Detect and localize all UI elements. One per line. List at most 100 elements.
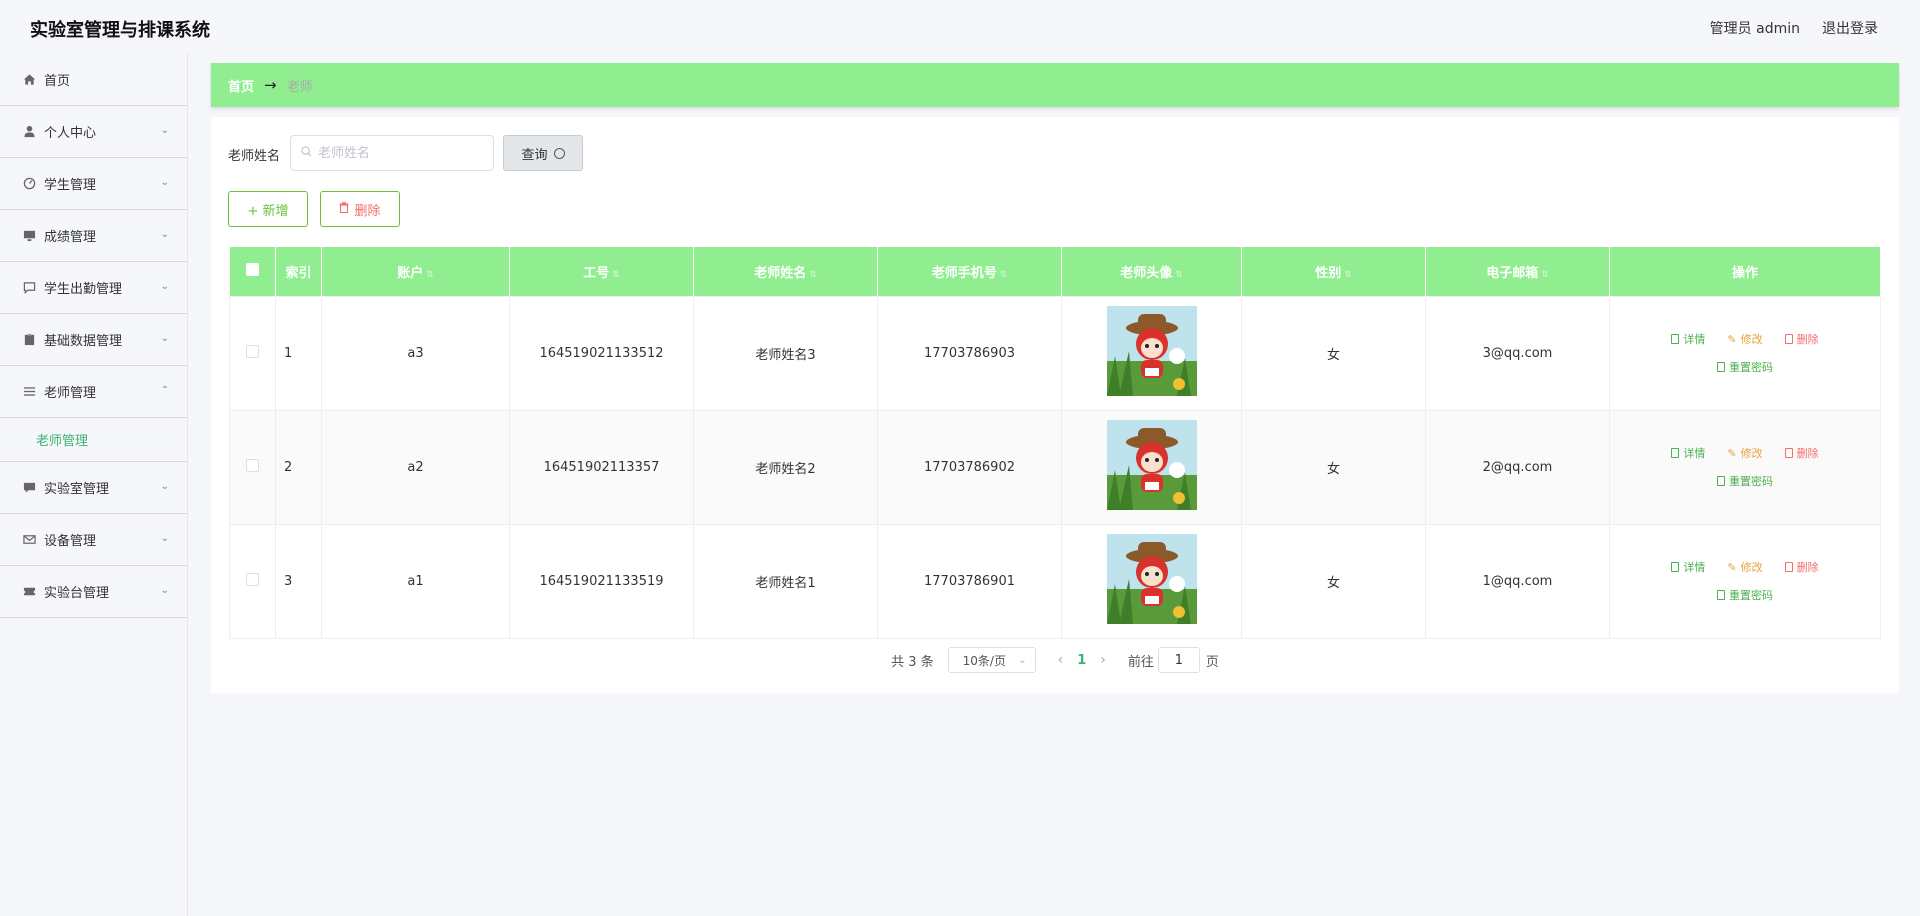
monitor-icon (22, 229, 36, 243)
detail-button[interactable]: 详情 (1671, 445, 1705, 461)
column-header-label: 账户 (397, 265, 424, 281)
detail-label: 详情 (1683, 447, 1706, 460)
column-header-index: 索引 (275, 247, 322, 296)
cell-gender: 女 (1241, 523, 1426, 639)
edit-label: 修改 (1740, 447, 1763, 460)
pagination: 共 3 条 10条/页 ⌄ ‹ 1 › 前往 页 (211, 647, 1899, 673)
remove-label: 删除 (1796, 333, 1819, 346)
teacher-table: 索引 账户 ⇅ 工号 ⇅ 老师姓名 ⇅ 老师手机号 ⇅ 老师头像 ⇅ 性别 ⇅ 电子邮箱 ⇅ … (229, 247, 1881, 639)
detail-button[interactable]: 详情 (1671, 331, 1705, 347)
reset-label: 重置密码 (1729, 589, 1773, 602)
edit-button[interactable]: ✎ 修改 (1727, 559, 1762, 575)
row-checkbox[interactable] (229, 295, 276, 411)
column-header-phone[interactable]: 老师手机号 ⇅ (877, 247, 1062, 296)
row-delete-button[interactable]: 删除 (1784, 331, 1819, 347)
teacher-avatar-image[interactable] (1106, 420, 1197, 510)
sidebar-item-teachers[interactable]: 老师管理 ⌃ (0, 366, 187, 418)
breadcrumb-arrow-icon: → (264, 76, 277, 94)
sidebar-item-home[interactable]: 首页 (0, 54, 187, 106)
chevron-down-icon: ⌄ (160, 481, 169, 492)
row-checkbox[interactable] (229, 523, 276, 639)
mail-icon (22, 533, 36, 547)
detail-label: 详情 (1683, 333, 1706, 346)
sidebar-item-grades[interactable]: 成绩管理 ⌄ (0, 210, 187, 262)
cell-name: 老师姓名1 (693, 523, 878, 639)
column-header-label: 老师手机号 (931, 265, 997, 281)
reset-password-button[interactable]: 重置密码 (1717, 473, 1773, 489)
ticket-icon (22, 585, 36, 599)
sidebar-item-lab-benches[interactable]: 实验台管理 ⌄ (0, 566, 187, 618)
breadcrumb-home[interactable]: 首页 (228, 76, 254, 95)
cell-phone: 17703786902 (877, 409, 1062, 525)
submenu-item-teacher-management[interactable]: 老师管理 (0, 418, 187, 462)
goto-page-input[interactable] (1157, 647, 1200, 673)
sort-icon[interactable]: ⇅ (1175, 270, 1183, 280)
delete-button[interactable]: 删除 (320, 191, 400, 227)
goto-suffix: 页 (1205, 654, 1219, 670)
page-number-current[interactable]: 1 (1077, 653, 1086, 668)
column-header-avatar[interactable]: 老师头像 ⇅ (1061, 247, 1242, 296)
cell-index: 2 (275, 409, 322, 525)
column-header-name[interactable]: 老师姓名 ⇅ (693, 247, 878, 296)
select-all-checkbox[interactable] (229, 247, 276, 296)
cell-avatar (1061, 523, 1242, 639)
detail-button[interactable]: 详情 (1671, 559, 1705, 575)
row-checkbox[interactable] (229, 409, 276, 525)
table-row: 2 a2 16451902113357 老师姓名2 17703786902 女 … (229, 409, 1881, 525)
column-header-account[interactable]: 账户 ⇅ (321, 247, 510, 296)
sort-icon[interactable]: ⇅ (1541, 270, 1549, 280)
app-title: 实验室管理与排课系统 (30, 20, 210, 41)
search-input[interactable] (318, 145, 478, 161)
cell-account: a1 (321, 523, 510, 639)
logout-button[interactable]: 退出登录 (1822, 18, 1878, 38)
sidebar-item-attendance[interactable]: 学生出勤管理 ⌄ (0, 262, 187, 314)
page-size-select[interactable]: 10条/页 ⌄ (947, 647, 1036, 673)
sidebar-item-profile[interactable]: 个人中心 ⌄ (0, 106, 187, 158)
cell-gender: 女 (1241, 295, 1426, 411)
sidebar-item-basic-data[interactable]: 基础数据管理 ⌄ (0, 314, 187, 366)
chevron-down-icon: ⌄ (160, 125, 169, 136)
sidebar-item-labs[interactable]: 实验室管理 ⌄ (0, 462, 187, 514)
edit-button[interactable]: ✎ 修改 (1727, 331, 1762, 347)
sort-icon[interactable]: ⇅ (1000, 270, 1008, 280)
cell-email: 2@qq.com (1425, 409, 1610, 525)
remove-label: 删除 (1796, 561, 1819, 574)
edit-label: 修改 (1740, 333, 1763, 346)
reset-password-button[interactable]: 重置密码 (1717, 359, 1773, 375)
chevron-down-icon: ⌄ (160, 281, 169, 292)
cell-actions: 详情 ✎ 修改 删除 重置密码 (1609, 409, 1881, 525)
query-button-label: 查询 (521, 147, 548, 163)
goto-prefix: 前往 (1127, 654, 1154, 670)
sort-icon[interactable]: ⇅ (612, 270, 620, 280)
query-button[interactable]: 查询 (503, 135, 583, 171)
cell-email: 3@qq.com (1425, 295, 1610, 411)
detail-label: 详情 (1683, 561, 1706, 574)
edit-button[interactable]: ✎ 修改 (1727, 445, 1762, 461)
home-icon (22, 73, 36, 87)
edit-label: 修改 (1740, 561, 1763, 574)
cell-name: 老师姓名2 (693, 409, 878, 525)
next-page-icon[interactable]: › (1100, 652, 1106, 668)
sidebar-item-label: 老师管理 (44, 386, 97, 401)
sort-icon[interactable]: ⇅ (426, 270, 434, 280)
add-button[interactable]: + 新增 (228, 191, 308, 227)
sort-icon[interactable]: ⇅ (809, 270, 817, 280)
column-header-job-no[interactable]: 工号 ⇅ (509, 247, 694, 296)
search-icon (301, 145, 312, 161)
sidebar-item-label: 成绩管理 (44, 230, 97, 245)
cell-phone: 17703786903 (877, 295, 1062, 411)
row-delete-button[interactable]: 删除 (1784, 559, 1819, 575)
sidebar-item-students[interactable]: 学生管理 ⌄ (0, 158, 187, 210)
search-box[interactable] (290, 135, 494, 171)
teacher-avatar-image[interactable] (1106, 306, 1197, 396)
sidebar-item-devices[interactable]: 设备管理 ⌄ (0, 514, 187, 566)
teacher-avatar-image[interactable] (1106, 534, 1197, 624)
prev-page-icon[interactable]: ‹ (1058, 652, 1064, 668)
column-header-email[interactable]: 电子邮箱 ⇅ (1425, 247, 1610, 296)
column-header-gender[interactable]: 性别 ⇅ (1241, 247, 1426, 296)
dashboard-icon (22, 177, 36, 191)
reset-password-button[interactable]: 重置密码 (1717, 587, 1773, 603)
row-delete-button[interactable]: 删除 (1784, 445, 1819, 461)
cell-actions: 详情 ✎ 修改 删除 重置密码 (1609, 295, 1881, 411)
sort-icon[interactable]: ⇅ (1344, 270, 1352, 280)
